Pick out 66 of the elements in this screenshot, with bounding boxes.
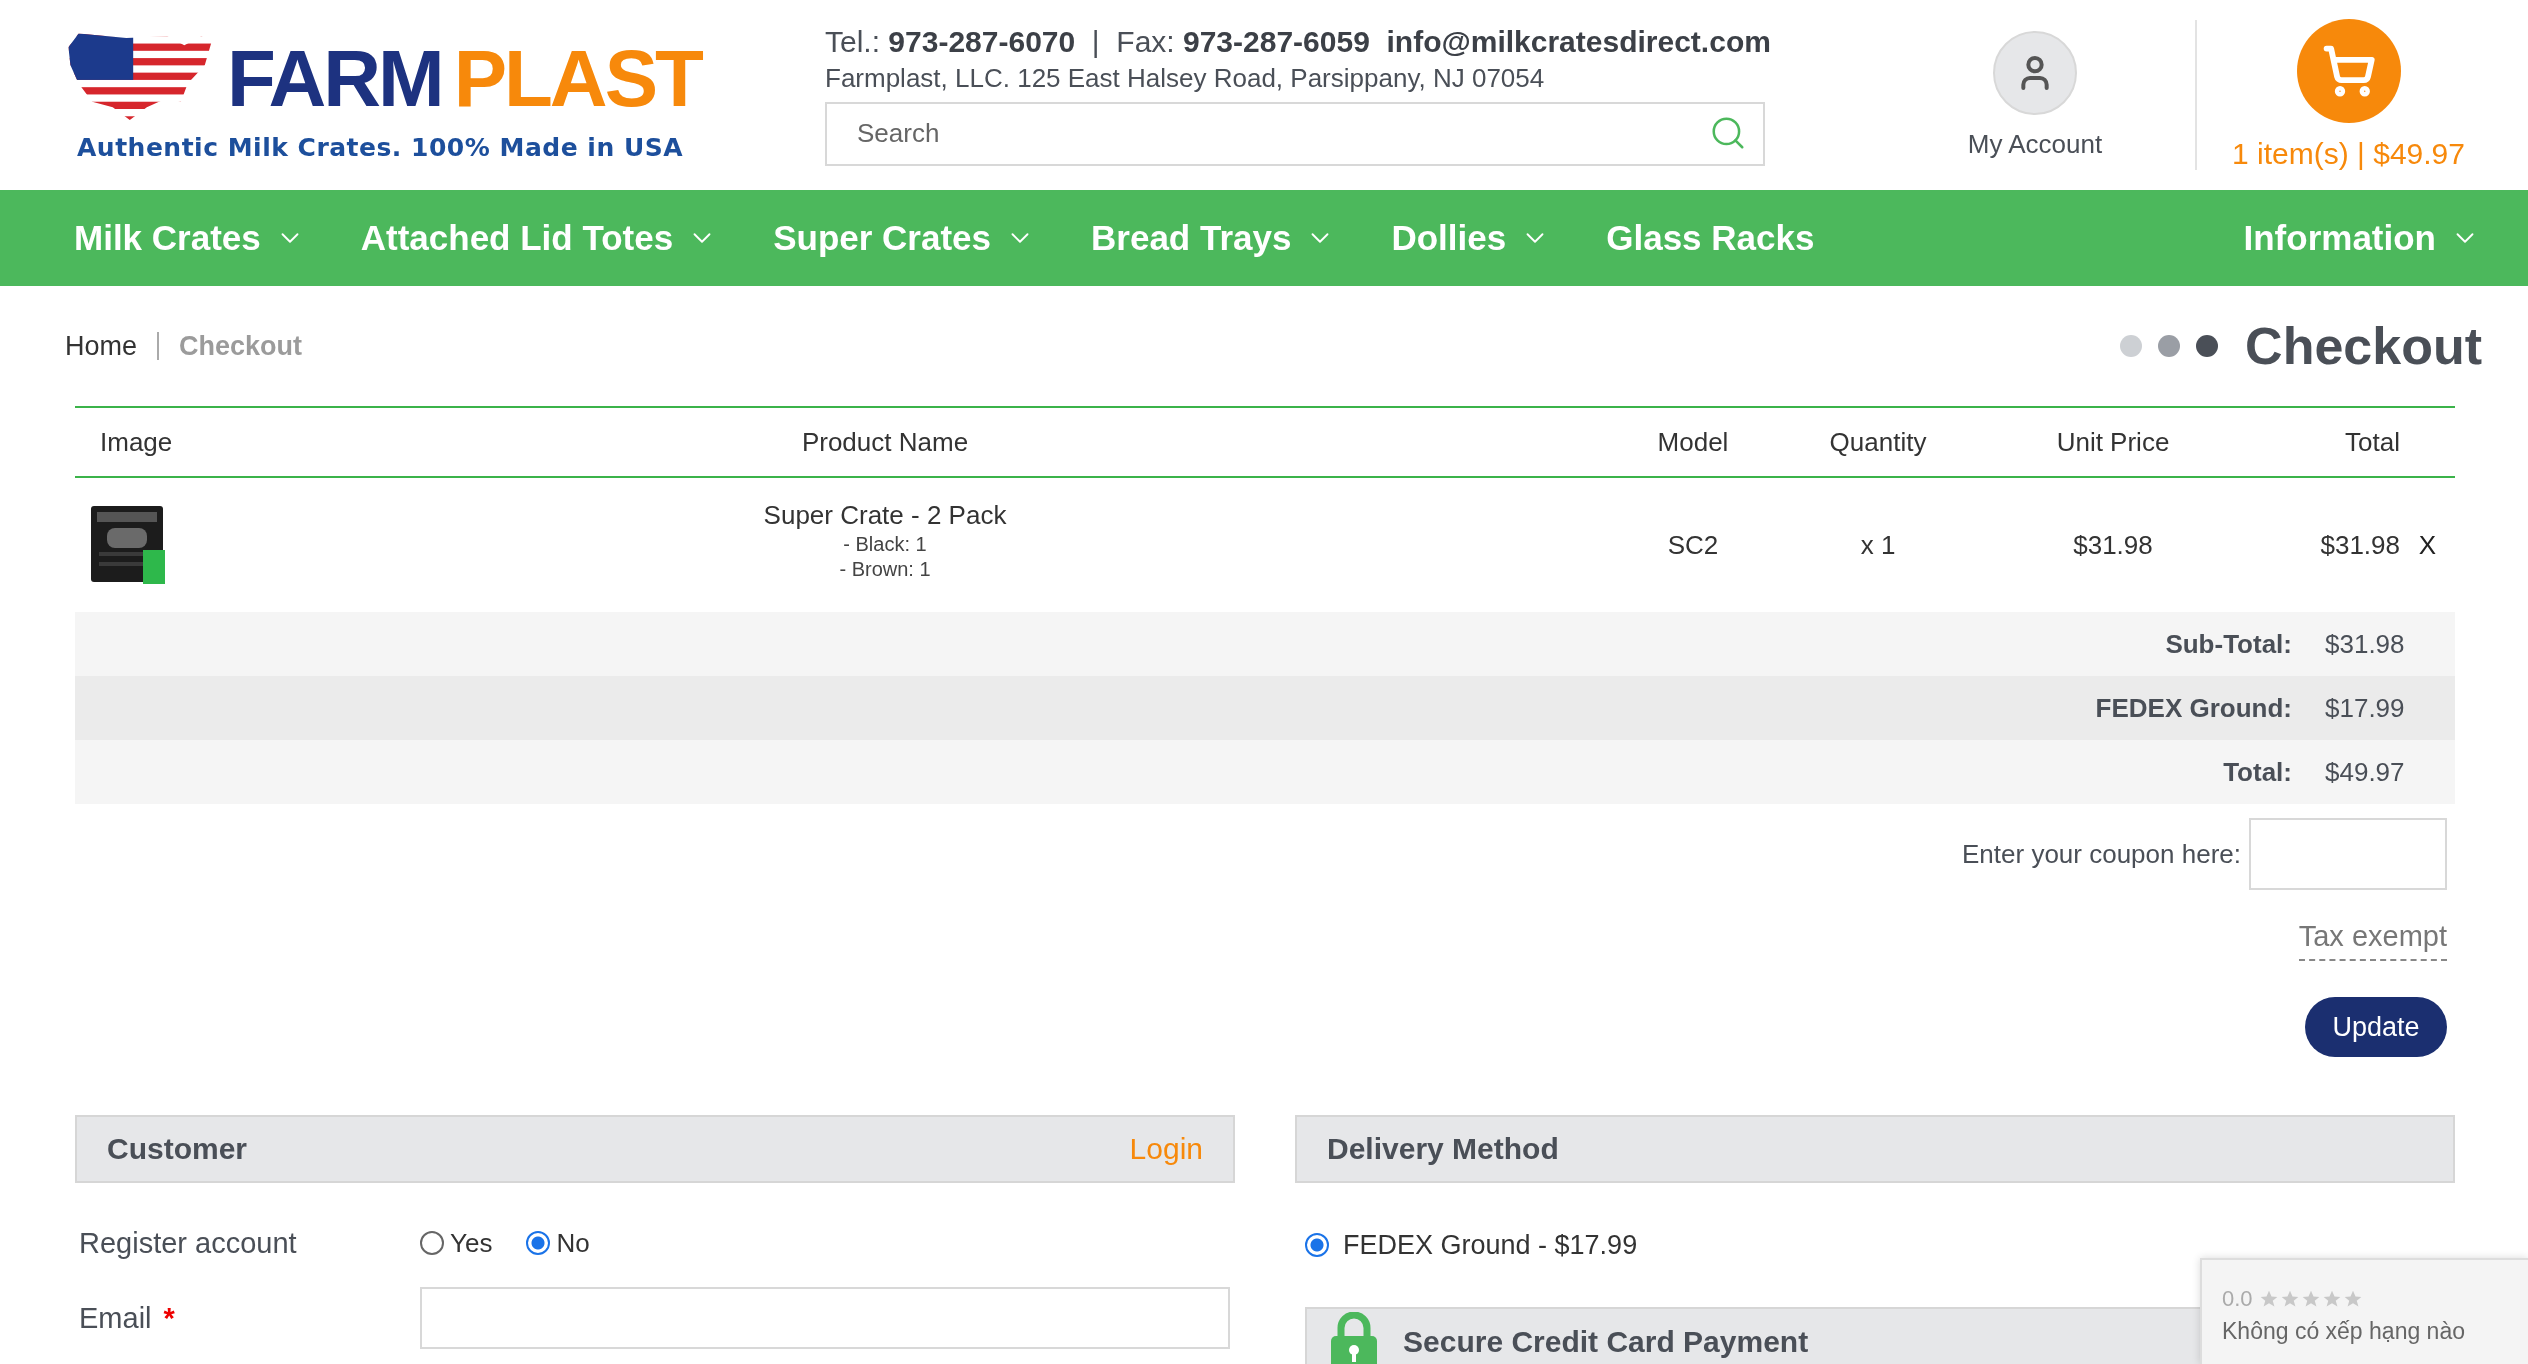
nav-menu-item[interactable]: Milk Crates (74, 218, 305, 258)
lock-icon (1331, 1312, 1377, 1364)
field-label: Email (79, 1301, 152, 1335)
quantity-cell-text: x 1 (1859, 529, 1897, 561)
update-button[interactable]: Update (2305, 997, 2447, 1057)
totals-value: $31.98 (2325, 628, 2406, 660)
totals-label: Total: (2222, 756, 2293, 788)
breadcrumb-link[interactable]: Checkout (179, 330, 303, 362)
product-option: - Black: 1 (843, 532, 927, 556)
totals-value: $49.97 (2325, 756, 2406, 788)
column-header: Total (2344, 426, 2400, 458)
nav-menu-item[interactable]: Information (2243, 218, 2480, 258)
coupon-field[interactable] (2249, 818, 2447, 890)
star-icon (2258, 1289, 2279, 1309)
star-icon (2321, 1289, 2342, 1309)
email-field[interactable] (420, 1287, 1230, 1349)
cart-icon (2321, 44, 2376, 98)
page-title: Checkout (2245, 316, 2482, 376)
panel-title: Customer (107, 1132, 248, 1166)
radio-option[interactable]: No (526, 1227, 590, 1259)
coupon-label: Enter your coupon here: (1962, 838, 2241, 870)
breadcrumb-link[interactable]: Home (65, 330, 138, 362)
radio-option[interactable]: Yes (420, 1227, 493, 1259)
totals-label: FEDEX Ground: (2094, 692, 2293, 724)
remove-link[interactable]: X (2400, 529, 2455, 561)
contact-info: Tel.: 973-287-6070 | Fax: 973-287-6059 info@milkcratesdirect.com (825, 24, 1772, 59)
rating-widget[interactable]: 0.0 Không có xếp hạng nào (2200, 1258, 2528, 1364)
tax-exempt-link[interactable]: Tax exempt (2298, 920, 2447, 961)
star-icon (2342, 1289, 2363, 1309)
total-cell-text: $31.98 (2319, 529, 2400, 561)
radio-button[interactable] (526, 1231, 551, 1255)
panel-title: Delivery Method (1327, 1132, 1559, 1166)
product-option: - Brown: 1 (839, 557, 931, 581)
brand-name: FARM (227, 38, 442, 119)
logo-tagline: Authentic Milk Crates. 100% Made in USA (76, 132, 685, 162)
panel-title: Secure Credit Card Payment (1403, 1325, 1809, 1359)
nav-menu-item[interactable]: Super Crates (773, 218, 1036, 258)
totals-label: Sub-Total: (2164, 628, 2293, 660)
nav-menu-item[interactable]: Bread Trays (1091, 218, 1336, 258)
column-header: Quantity (1828, 426, 1928, 458)
search-field[interactable]: Search (825, 101, 1765, 166)
radio-button[interactable] (1305, 1233, 1329, 1257)
column-header: Product Name (800, 426, 970, 458)
rating-text: Không có xếp hạng nào (2222, 1318, 2466, 1345)
star-icon (2300, 1289, 2321, 1309)
radio-button[interactable] (420, 1231, 444, 1255)
address-text: Farmplast, LLC. 125 East Halsey Road, Parsippany, NJ 07054 (825, 62, 1546, 94)
column-header: Model (1656, 426, 1730, 458)
nav-menu-item[interactable]: Attached Lid Totes (360, 218, 718, 258)
unit-price-cell-text: $31.98 (2072, 529, 2154, 561)
column-header: Unit Price (2055, 426, 2171, 458)
model-cell-text: SC2 (1666, 529, 1720, 561)
radio-option[interactable]: FEDEX Ground - $17.99 (1305, 1229, 1638, 1261)
nav-menu-item[interactable]: Glass Racks (1606, 218, 1815, 258)
star-icon (2279, 1289, 2300, 1309)
required-mark: * (163, 1301, 175, 1335)
totals-value: $17.99 (2325, 692, 2406, 724)
rating-score: 0.0 (2222, 1286, 2253, 1312)
nav-menu-item[interactable]: Dollies (1391, 218, 1551, 258)
brand-name: PLAST (453, 38, 701, 119)
column-header: Image (99, 426, 174, 458)
field-label: Register account (79, 1226, 297, 1260)
progress-dots-icon (2119, 334, 2220, 358)
product-name[interactable]: Super Crate - 2 Pack (763, 499, 1007, 531)
account-link[interactable]: My Account (1935, 30, 2135, 160)
cart-link[interactable]: 1 item(s) | $49.97 (2232, 19, 2465, 171)
